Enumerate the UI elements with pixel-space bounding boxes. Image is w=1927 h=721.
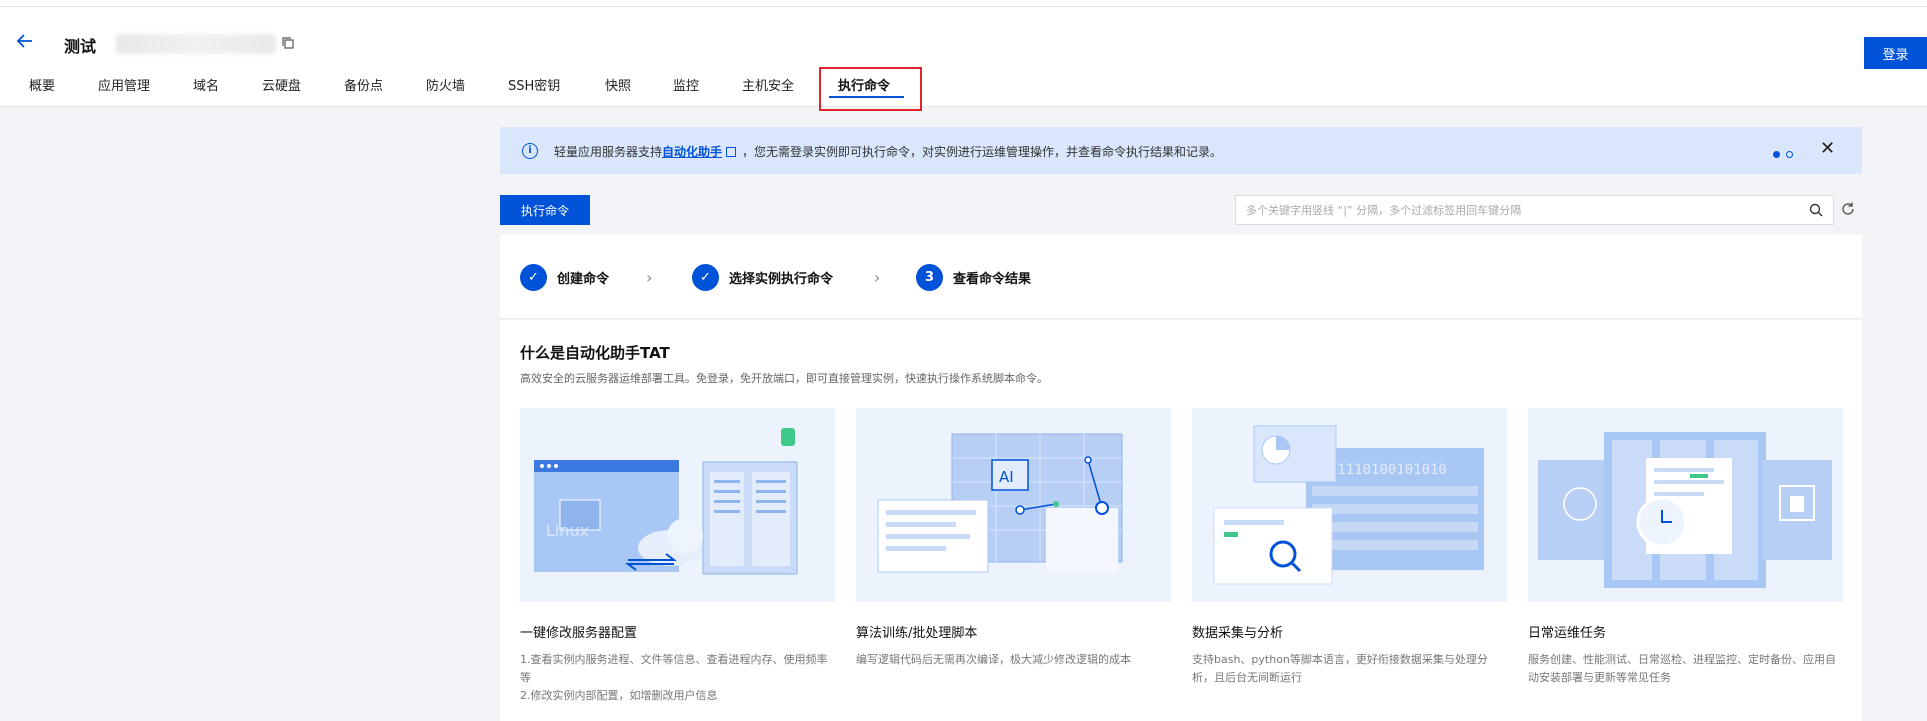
info-banner: i 轻量应用服务器支持自动化助手 ，您无需登录实例即可执行命令，对实例进行运维管理… (500, 127, 1862, 174)
annotation-highlight-box (819, 67, 922, 111)
data-analysis-illustration: 0101110100101010 (1192, 408, 1507, 602)
feature-desc: 支持bash、python等脚本语言，更好衔接数据采集与处理分析，且后台无间断运… (1192, 653, 1488, 684)
step-select-instance: ✓ 选择实例执行命令 (692, 263, 833, 291)
refresh-icon[interactable] (1840, 201, 1856, 217)
carousel-dot-active[interactable] (1773, 151, 1780, 158)
tab-firewall[interactable]: 防火墙 (426, 67, 465, 107)
tab-overview[interactable]: 概要 (29, 67, 55, 107)
automation-assistant-link[interactable]: 自动化助手 (662, 145, 722, 159)
instance-id-redacted (116, 34, 276, 54)
tab-ssh-key[interactable]: SSH密钥 (508, 67, 560, 107)
feature-desc: 服务创建、性能测试、日常巡检、进程监控、定时备份、应用自动安装部署与更新等常见任… (1528, 653, 1836, 684)
steps-card: ✓ 创建命令 › ✓ 选择实例执行命令 › 3 查看命令结果 (500, 235, 1862, 319)
feature-title: 日常运维任务 (1528, 626, 1607, 641)
step-number: 3 (916, 263, 943, 291)
login-button[interactable]: 登录 (1864, 37, 1927, 69)
search-icon[interactable] (1809, 203, 1823, 217)
daily-ops-illustration (1528, 408, 1843, 602)
intro-card: 什么是自动化助手TAT 高效安全的云服务器运维部署工具。免登录，免开放端口，即可… (500, 320, 1862, 721)
carousel-dot[interactable] (1786, 151, 1793, 158)
intro-subtitle: 高效安全的云服务器运维部署工具。免登录，免开放端口，即可直接管理实例，快速执行操… (520, 372, 1048, 385)
external-link-icon[interactable] (726, 147, 737, 157)
feature-title: 算法训练/批处理脚本 (856, 626, 978, 641)
info-icon: i (522, 143, 538, 159)
tab-app-management[interactable]: 应用管理 (98, 67, 150, 107)
page-header: 测试 登录 概要 应用管理 域名 云硬盘 备份点 防火墙 SSH密钥 快照 监控… (0, 7, 1927, 107)
intro-title: 什么是自动化助手TAT (520, 344, 670, 362)
tab-monitoring[interactable]: 监控 (673, 67, 699, 107)
step-check-icon: ✓ (520, 263, 547, 291)
close-icon[interactable]: ✕ (1820, 138, 1835, 159)
ai-chip-label: AI (999, 468, 1014, 486)
tab-backup[interactable]: 备份点 (344, 67, 383, 107)
tab-snapshot[interactable]: 快照 (605, 67, 631, 107)
feature-card-daily-ops: 日常运维任务 服务创建、性能测试、日常巡检、进程监控、定时备份、应用自动安装部署… (1528, 408, 1843, 687)
step-check-icon: ✓ (692, 263, 719, 291)
linux-label: Linux (546, 521, 589, 540)
feature-card-data-analysis: 0101110100101010 数据采集与分析 支持bash、python等脚… (1192, 408, 1507, 687)
top-strip (0, 0, 1927, 7)
back-arrow-icon[interactable] (16, 32, 38, 54)
algorithm-illustration: AI (856, 408, 1171, 602)
feature-title: 数据采集与分析 (1192, 626, 1284, 641)
chevron-right-icon: › (874, 268, 881, 287)
execute-command-button[interactable]: 执行命令 (500, 195, 590, 225)
feature-card-algorithm: AI 算法训练/批处理脚本 编写逻辑代码后无需再次编译，极大减少修改逻辑的成本 (856, 408, 1171, 669)
feature-card-server-config: Linux 一键修改服务器配置 1.查看实例内服务进程、文件等信息、查看进程内存… (520, 408, 835, 705)
copy-icon[interactable] (281, 36, 295, 50)
step-view-result: 3 查看命令结果 (916, 263, 1031, 291)
search-box (1235, 195, 1834, 225)
feature-title: 一键修改服务器配置 (520, 626, 638, 641)
feature-desc: 编写逻辑代码后无需再次编译，极大减少修改逻辑的成本 (856, 653, 1131, 666)
search-input[interactable] (1236, 196, 1796, 224)
chevron-right-icon: › (646, 268, 653, 287)
tab-cloud-disk[interactable]: 云硬盘 (262, 67, 301, 107)
server-config-illustration: Linux (520, 408, 835, 602)
tab-domain[interactable]: 域名 (193, 67, 219, 107)
banner-text: 轻量应用服务器支持自动化助手 ，您无需登录实例即可执行命令，对实例进行运维管理操作… (554, 145, 1223, 159)
carousel-dots (1773, 147, 1799, 161)
tab-host-security[interactable]: 主机安全 (742, 67, 794, 107)
step-create-command: ✓ 创建命令 (520, 263, 609, 291)
feature-desc: 1.查看实例内服务进程、文件等信息、查看进程内存、使用频率等 2.修改实例内部配… (520, 653, 828, 702)
page-title: 测试 (64, 37, 97, 56)
